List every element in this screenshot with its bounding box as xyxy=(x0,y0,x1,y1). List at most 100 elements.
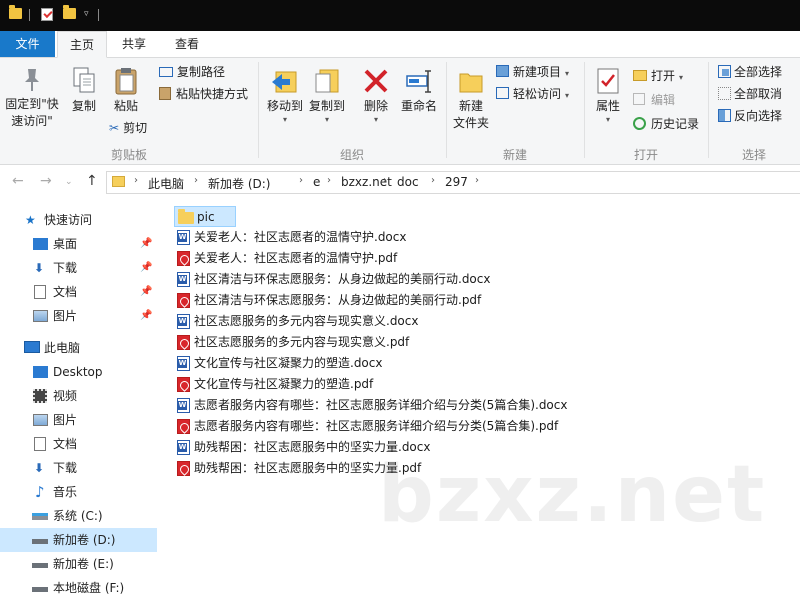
tab-home[interactable]: 主页 xyxy=(57,31,107,58)
breadcrumb-item[interactable]: e xyxy=(313,175,320,189)
new-folder-label: 新建 文件夹 xyxy=(452,99,489,130)
paste-shortcut-button[interactable]: 粘贴快捷方式 xyxy=(159,84,248,104)
invert-selection-button[interactable]: 反向选择 xyxy=(718,106,782,126)
easy-access-icon xyxy=(496,87,509,99)
open-button[interactable]: 打开 ▾ xyxy=(633,66,683,86)
chevron-down-icon: ▾ xyxy=(282,115,287,124)
copy-icon xyxy=(73,67,95,93)
group-separator xyxy=(584,62,585,158)
customize-toolbar-icon[interactable]: ▿ xyxy=(84,9,89,19)
breadcrumb-item[interactable]: doc xyxy=(397,175,419,189)
pin-quick-access-button[interactable]: 固定到"快速访问" xyxy=(3,66,61,130)
word-document-icon xyxy=(177,440,190,455)
pin-icon: 📌 xyxy=(140,310,153,321)
nav-item-drive-e[interactable]: 新加卷 (E:) xyxy=(0,552,157,576)
nav-item-desktop[interactable]: 桌面 📌 xyxy=(0,232,157,256)
nav-item-documents-pc[interactable]: 文档 xyxy=(0,432,157,456)
move-to-button[interactable]: 移动到 ▾ xyxy=(264,66,306,125)
cut-label: 剪切 xyxy=(123,121,148,135)
nav-item-pictures[interactable]: 图片 📌 xyxy=(0,304,157,328)
paste-shortcut-icon xyxy=(159,87,171,100)
address-bar[interactable]: › 此电脑 › 新加卷 (D:) › e › bzxz.net › doc › … xyxy=(106,171,800,194)
watermark: bzxz.net xyxy=(378,450,767,540)
up-arrow-icon[interactable]: ↑ xyxy=(86,173,98,189)
breadcrumb-separator: › xyxy=(475,175,479,186)
copy-to-label: 复制到 xyxy=(308,99,345,113)
breadcrumb-separator: › xyxy=(431,175,435,186)
nav-quick-access[interactable]: ★ 快速访问 xyxy=(0,208,157,232)
folder-icon xyxy=(178,209,194,224)
nav-label: 桌面 xyxy=(53,237,78,251)
tab-view[interactable]: 查看 xyxy=(164,31,210,58)
breadcrumb-separator: › xyxy=(194,175,198,186)
group-separator xyxy=(258,62,259,158)
breadcrumb-item[interactable]: 新加卷 (D:) xyxy=(208,175,270,192)
copy-path-button[interactable]: 复制路径 xyxy=(159,62,225,82)
paste-button[interactable]: 粘贴 xyxy=(106,66,146,115)
file-name: 社区志愿服务的多元内容与现实意义.pdf xyxy=(194,335,410,349)
nav-label: 本地磁盘 (F:) xyxy=(53,581,125,595)
tab-share[interactable]: 共享 xyxy=(111,31,157,58)
move-to-icon xyxy=(272,71,297,93)
nav-item-music[interactable]: ♪ 音乐 xyxy=(0,480,157,504)
copy-button[interactable]: 复制 xyxy=(65,66,103,115)
nav-item-documents[interactable]: 文档 📌 xyxy=(0,280,157,304)
drive-icon xyxy=(32,513,48,520)
group-label-new: 新建 xyxy=(502,148,527,162)
open-icon xyxy=(633,70,647,81)
copy-to-button[interactable]: 复制到 ▾ xyxy=(306,66,348,125)
new-item-button[interactable]: 新建项目 ▾ xyxy=(496,62,569,82)
breadcrumb-item[interactable]: 297 xyxy=(445,175,468,189)
breadcrumb-item[interactable]: 此电脑 xyxy=(148,175,184,192)
properties-button[interactable]: 属性 ▾ xyxy=(589,66,627,125)
nav-item-drive-d[interactable]: 新加卷 (D:) xyxy=(0,528,157,552)
new-folder-button[interactable]: 新建 文件夹 xyxy=(450,66,492,132)
download-icon: ⬇ xyxy=(34,261,45,275)
pdf-icon xyxy=(177,377,190,392)
paste-icon xyxy=(115,68,137,95)
back-arrow-icon[interactable]: ← xyxy=(12,173,24,189)
nav-this-pc[interactable]: 此电脑 xyxy=(0,336,157,360)
nav-item-videos[interactable]: 视频 xyxy=(0,384,157,408)
new-folder-quick-icon[interactable] xyxy=(63,5,76,19)
history-icon xyxy=(633,117,646,130)
video-icon xyxy=(33,389,47,403)
nav-item-drive-c[interactable]: 系统 (C:) xyxy=(0,504,157,528)
edit-icon xyxy=(633,93,645,105)
file-name: 社区志愿服务的多元内容与现实意义.docx xyxy=(194,314,419,328)
nav-label: 下载 xyxy=(53,261,78,275)
cut-button[interactable]: ✂ 剪切 xyxy=(109,118,147,138)
ribbon: 固定到"快速访问" 复制 粘贴 复制路径 粘贴快捷方式 ✂ 剪切 剪贴板 移动到 … xyxy=(0,58,800,165)
file-name: pic xyxy=(197,210,215,224)
properties-quick-icon[interactable] xyxy=(41,8,53,21)
word-document-icon xyxy=(177,356,190,371)
list-item-folder[interactable]: pic xyxy=(174,206,236,227)
history-button[interactable]: 历史记录 xyxy=(633,114,699,134)
tab-file[interactable]: 文件 xyxy=(0,31,55,57)
new-folder-icon xyxy=(459,73,483,93)
breadcrumb-separator: › xyxy=(299,175,303,186)
nav-item-downloads-pc[interactable]: ⬇ 下载 xyxy=(0,456,157,480)
recent-locations-icon[interactable]: ⌄ xyxy=(65,177,73,187)
rename-button[interactable]: 重命名 xyxy=(398,66,440,115)
forward-arrow-icon[interactable]: → xyxy=(40,173,52,189)
nav-item-pictures-pc[interactable]: 图片 xyxy=(0,408,157,432)
music-icon: ♪ xyxy=(35,483,45,501)
select-none-button[interactable]: 全部取消 xyxy=(718,84,782,104)
copy-to-icon xyxy=(315,69,339,93)
pin-icon: 📌 xyxy=(140,286,153,297)
edit-button[interactable]: 编辑 xyxy=(633,90,675,110)
nav-label: 图片 xyxy=(53,309,78,323)
easy-access-button[interactable]: 轻松访问 ▾ xyxy=(496,84,569,104)
nav-item-downloads[interactable]: ⬇ 下载 📌 xyxy=(0,256,157,280)
nav-item-drive-f[interactable]: 本地磁盘 (F:) xyxy=(0,576,157,600)
separator xyxy=(29,9,30,21)
nav-item-desktop-pc[interactable]: Desktop xyxy=(0,360,157,384)
pdf-icon xyxy=(177,251,190,266)
copy-label: 复制 xyxy=(71,99,96,113)
delete-button[interactable]: 删除 ▾ xyxy=(358,66,394,125)
select-all-button[interactable]: 全部选择 xyxy=(718,62,782,82)
word-document-icon xyxy=(177,398,190,413)
invert-selection-label: 反向选择 xyxy=(734,109,783,123)
breadcrumb-separator: › xyxy=(383,175,387,186)
